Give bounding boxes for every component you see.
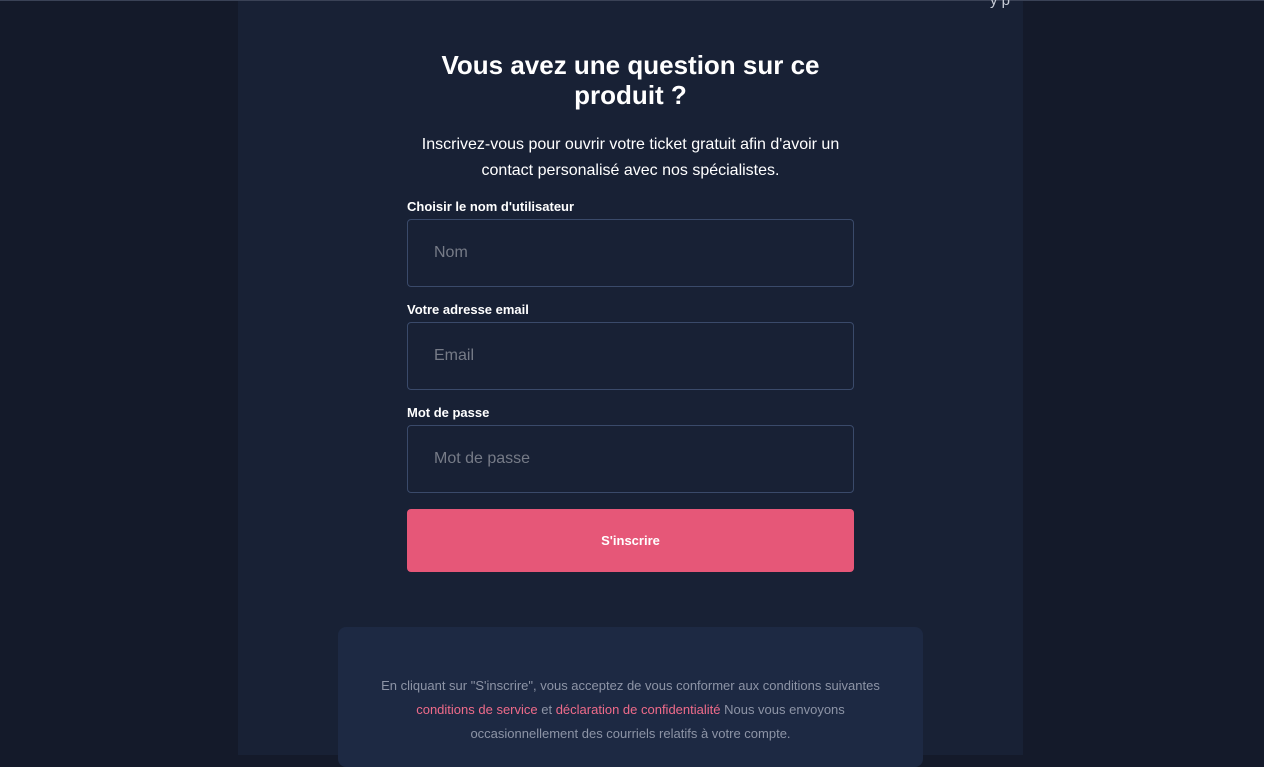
password-label: Mot de passe bbox=[407, 405, 490, 420]
username-input[interactable] bbox=[432, 243, 829, 263]
terms-of-service-link[interactable]: conditions de service bbox=[416, 702, 537, 717]
email-field[interactable] bbox=[407, 322, 854, 390]
legal-connector: et bbox=[537, 702, 556, 717]
privacy-statement-link[interactable]: déclaration de confidentialité bbox=[556, 702, 721, 717]
legal-notice: En cliquant sur "S'inscrire", vous accep… bbox=[338, 627, 923, 767]
signup-form: Vous avez une question sur ce produit ? … bbox=[407, 50, 854, 572]
page-title: Vous avez une question sur ce produit ? bbox=[441, 50, 820, 110]
clipped-header-text: y p bbox=[990, 0, 1011, 9]
username-label: Choisir le nom d'utilisateur bbox=[407, 199, 575, 214]
username-field[interactable] bbox=[407, 219, 854, 287]
email-input[interactable] bbox=[432, 346, 829, 366]
email-label: Votre adresse email bbox=[407, 302, 529, 317]
page-subtitle: Inscrivez-vous pour ouvrir votre ticket … bbox=[421, 136, 840, 179]
password-field[interactable] bbox=[407, 425, 854, 493]
password-input[interactable] bbox=[432, 449, 829, 469]
legal-text-before: En cliquant sur "S'inscrire", vous accep… bbox=[381, 678, 880, 693]
legal-text: En cliquant sur "S'inscrire", vous accep… bbox=[381, 674, 881, 746]
signup-button[interactable]: S'inscrire bbox=[407, 509, 854, 572]
